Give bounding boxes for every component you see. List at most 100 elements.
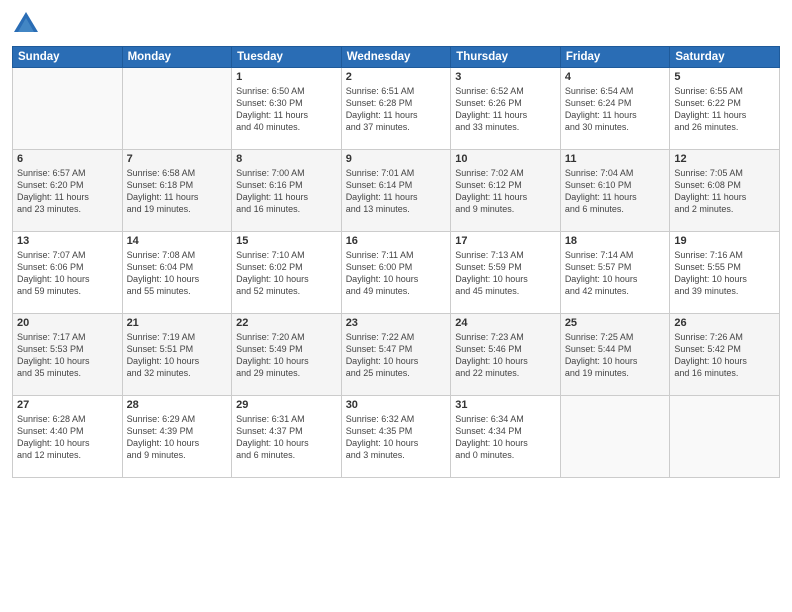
day-number: 31 <box>455 399 556 411</box>
day-number: 27 <box>17 399 118 411</box>
table-row: 7 Sunrise: 6:58 AMSunset: 6:18 PMDaylight… <box>122 150 232 232</box>
day-number: 30 <box>346 399 447 411</box>
day-number: 7 <box>127 153 228 165</box>
day-number: 14 <box>127 235 228 247</box>
day-info: Sunrise: 6:57 AMSunset: 6:20 PMDaylight:… <box>17 167 118 216</box>
table-row: 18 Sunrise: 7:14 AMSunset: 5:57 PMDayligh… <box>560 232 670 314</box>
day-number: 13 <box>17 235 118 247</box>
table-row: 25Sunrise: 7:25 AMSunset: 5:44 PMDayligh… <box>560 314 670 396</box>
day-number: 23 <box>346 317 447 329</box>
day-info: Sunrise: 7:01 AMSunset: 6:14 PMDaylight:… <box>346 167 447 216</box>
table-row: 16 Sunrise: 7:11 AMSunset: 6:00 PMDayligh… <box>341 232 451 314</box>
logo-icon <box>12 10 40 38</box>
day-number: 9 <box>346 153 447 165</box>
table-row: 8 Sunrise: 7:00 AMSunset: 6:16 PMDaylight… <box>232 150 342 232</box>
day-number: 29 <box>236 399 337 411</box>
calendar-week-row: 20Sunrise: 7:17 AMSunset: 5:53 PMDayligh… <box>13 314 780 396</box>
day-number: 11 <box>565 153 666 165</box>
table-row: 11Sunrise: 7:04 AMSunset: 6:10 PMDayligh… <box>560 150 670 232</box>
table-row: 3 Sunrise: 6:52 AMSunset: 6:26 PMDaylight… <box>451 68 561 150</box>
day-info: Sunrise: 7:14 AMSunset: 5:57 PMDaylight:… <box>565 249 666 298</box>
table-row: 20Sunrise: 7:17 AMSunset: 5:53 PMDayligh… <box>13 314 123 396</box>
day-info: Sunrise: 6:34 AMSunset: 4:34 PMDaylight:… <box>455 413 556 462</box>
table-row: 19 Sunrise: 7:16 AMSunset: 5:55 PMDayligh… <box>670 232 780 314</box>
day-info: Sunrise: 6:51 AMSunset: 6:28 PMDaylight:… <box>346 85 447 134</box>
table-row: 4 Sunrise: 6:54 AMSunset: 6:24 PMDaylight… <box>560 68 670 150</box>
day-info: Sunrise: 6:52 AMSunset: 6:26 PMDaylight:… <box>455 85 556 134</box>
day-info: Sunrise: 7:13 AMSunset: 5:59 PMDaylight:… <box>455 249 556 298</box>
day-number: 6 <box>17 153 118 165</box>
day-number: 26 <box>674 317 775 329</box>
day-number: 10 <box>455 153 556 165</box>
day-info: Sunrise: 7:23 AMSunset: 5:46 PMDaylight:… <box>455 331 556 380</box>
day-number: 18 <box>565 235 666 247</box>
table-row: 29 Sunrise: 6:31 AMSunset: 4:37 PMDayligh… <box>232 396 342 478</box>
calendar-week-row: 13Sunrise: 7:07 AMSunset: 6:06 PMDayligh… <box>13 232 780 314</box>
day-info: Sunrise: 7:19 AMSunset: 5:51 PMDaylight:… <box>127 331 228 380</box>
day-info: Sunrise: 7:16 AMSunset: 5:55 PMDaylight:… <box>674 249 775 298</box>
day-info: Sunrise: 7:00 AMSunset: 6:16 PMDaylight:… <box>236 167 337 216</box>
table-row <box>560 396 670 478</box>
day-info: Sunrise: 7:22 AMSunset: 5:47 PMDaylight:… <box>346 331 447 380</box>
day-info: Sunrise: 6:32 AMSunset: 4:35 PMDaylight:… <box>346 413 447 462</box>
table-row: 14 Sunrise: 7:08 AMSunset: 6:04 PMDayligh… <box>122 232 232 314</box>
table-row: 9 Sunrise: 7:01 AMSunset: 6:14 PMDaylight… <box>341 150 451 232</box>
table-row: 15Sunrise: 7:10 AMSunset: 6:02 PMDayligh… <box>232 232 342 314</box>
table-row: 13Sunrise: 7:07 AMSunset: 6:06 PMDayligh… <box>13 232 123 314</box>
day-info: Sunrise: 6:31 AMSunset: 4:37 PMDaylight:… <box>236 413 337 462</box>
day-number: 24 <box>455 317 556 329</box>
table-row: 23 Sunrise: 7:22 AMSunset: 5:47 PMDayligh… <box>341 314 451 396</box>
table-row <box>13 68 123 150</box>
day-number: 20 <box>17 317 118 329</box>
day-info: Sunrise: 7:08 AMSunset: 6:04 PMDaylight:… <box>127 249 228 298</box>
weekday-header-sunday: Sunday <box>13 47 123 68</box>
day-info: Sunrise: 6:55 AMSunset: 6:22 PMDaylight:… <box>674 85 775 134</box>
table-row: 17 Sunrise: 7:13 AMSunset: 5:59 PMDayligh… <box>451 232 561 314</box>
day-number: 25 <box>565 317 666 329</box>
day-number: 4 <box>565 71 666 83</box>
weekday-header-thursday: Thursday <box>451 47 561 68</box>
table-row: 6 Sunrise: 6:57 AMSunset: 6:20 PMDaylight… <box>13 150 123 232</box>
day-info: Sunrise: 6:58 AMSunset: 6:18 PMDaylight:… <box>127 167 228 216</box>
day-number: 12 <box>674 153 775 165</box>
table-row: 5 Sunrise: 6:55 AMSunset: 6:22 PMDaylight… <box>670 68 780 150</box>
day-info: Sunrise: 7:26 AMSunset: 5:42 PMDaylight:… <box>674 331 775 380</box>
day-info: Sunrise: 7:11 AMSunset: 6:00 PMDaylight:… <box>346 249 447 298</box>
day-number: 17 <box>455 235 556 247</box>
day-number: 8 <box>236 153 337 165</box>
page: SundayMondayTuesdayWednesdayThursdayFrid… <box>0 0 792 612</box>
day-info: Sunrise: 7:05 AMSunset: 6:08 PMDaylight:… <box>674 167 775 216</box>
header <box>12 10 780 38</box>
table-row: 22 Sunrise: 7:20 AMSunset: 5:49 PMDayligh… <box>232 314 342 396</box>
day-number: 1 <box>236 71 337 83</box>
day-info: Sunrise: 6:54 AMSunset: 6:24 PMDaylight:… <box>565 85 666 134</box>
table-row: 31 Sunrise: 6:34 AMSunset: 4:34 PMDayligh… <box>451 396 561 478</box>
day-number: 2 <box>346 71 447 83</box>
day-number: 15 <box>236 235 337 247</box>
calendar-week-row: 6 Sunrise: 6:57 AMSunset: 6:20 PMDaylight… <box>13 150 780 232</box>
calendar: SundayMondayTuesdayWednesdayThursdayFrid… <box>12 46 780 478</box>
logo <box>12 10 44 38</box>
table-row: 30 Sunrise: 6:32 AMSunset: 4:35 PMDayligh… <box>341 396 451 478</box>
weekday-header-monday: Monday <box>122 47 232 68</box>
day-number: 22 <box>236 317 337 329</box>
table-row: 26 Sunrise: 7:26 AMSunset: 5:42 PMDayligh… <box>670 314 780 396</box>
day-number: 3 <box>455 71 556 83</box>
day-number: 28 <box>127 399 228 411</box>
table-row <box>122 68 232 150</box>
day-number: 5 <box>674 71 775 83</box>
day-number: 16 <box>346 235 447 247</box>
day-number: 19 <box>674 235 775 247</box>
table-row <box>670 396 780 478</box>
table-row: 10 Sunrise: 7:02 AMSunset: 6:12 PMDayligh… <box>451 150 561 232</box>
table-row: 24 Sunrise: 7:23 AMSunset: 5:46 PMDayligh… <box>451 314 561 396</box>
weekday-header-friday: Friday <box>560 47 670 68</box>
day-info: Sunrise: 6:29 AMSunset: 4:39 PMDaylight:… <box>127 413 228 462</box>
day-info: Sunrise: 7:02 AMSunset: 6:12 PMDaylight:… <box>455 167 556 216</box>
table-row: 2 Sunrise: 6:51 AMSunset: 6:28 PMDaylight… <box>341 68 451 150</box>
day-info: Sunrise: 6:28 AMSunset: 4:40 PMDaylight:… <box>17 413 118 462</box>
day-info: Sunrise: 7:20 AMSunset: 5:49 PMDaylight:… <box>236 331 337 380</box>
weekday-header-wednesday: Wednesday <box>341 47 451 68</box>
table-row: 21Sunrise: 7:19 AMSunset: 5:51 PMDayligh… <box>122 314 232 396</box>
weekday-header-saturday: Saturday <box>670 47 780 68</box>
